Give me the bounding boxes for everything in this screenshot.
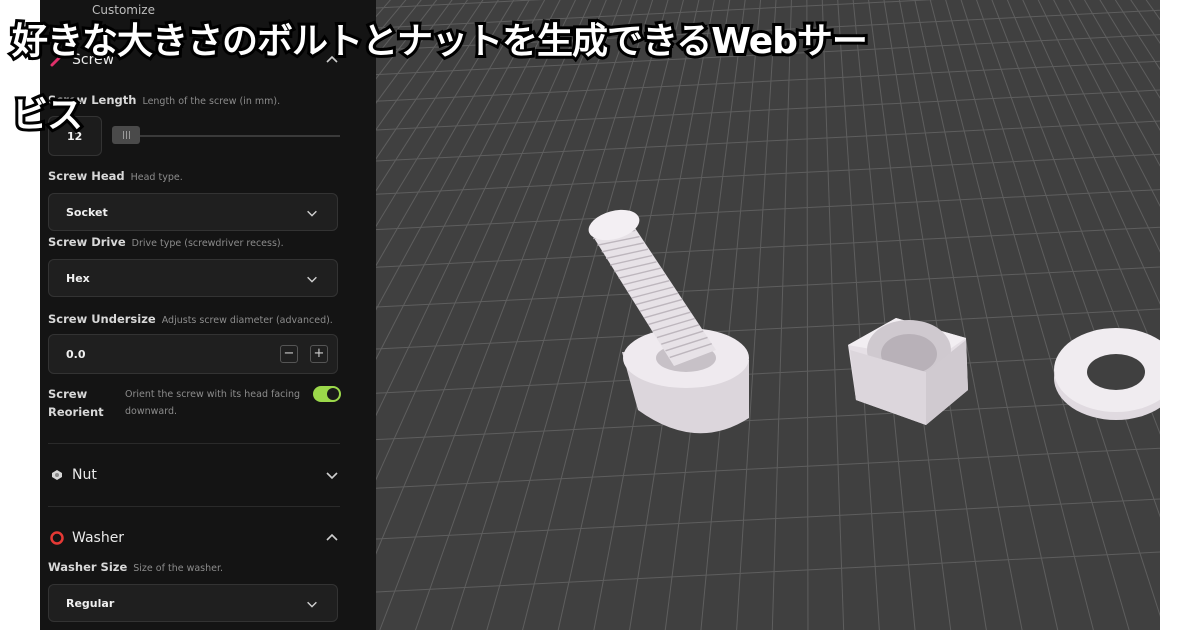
chevron-down-icon: [307, 210, 317, 217]
washer-size-select[interactable]: Regular: [48, 584, 338, 622]
screw-reorient-label: Screw Reorient: [48, 387, 104, 419]
chevron-down-icon: [307, 276, 317, 283]
3d-viewport[interactable]: [376, 0, 1160, 630]
screw-head-value: Socket: [66, 206, 108, 219]
screw-undersize-title: Screw Undersize: [48, 312, 156, 326]
screw-undersize-label: Screw Undersize Adjusts screw diameter (a…: [48, 312, 333, 326]
screw-head-title: Screw Head: [48, 169, 125, 183]
section-divider: [48, 506, 340, 507]
chevron-down-icon: [307, 601, 317, 608]
screw-length-slider-track[interactable]: [114, 135, 340, 137]
app-window: Customize Screw Screw Length Length of th…: [40, 0, 1160, 630]
floor-grid: [376, 0, 1160, 630]
headline-line-1: 好きな大きさのボルトとナットを生成できるWebサー: [9, 18, 871, 65]
viewport-canvas[interactable]: [376, 0, 1160, 630]
washer-size-value: Regular: [66, 597, 115, 610]
section-header-washer[interactable]: Washer: [48, 520, 340, 556]
screw-drive-value: Hex: [66, 272, 90, 285]
nut-icon: [48, 466, 66, 484]
screw-length-desc: Length of the screw (in mm).: [142, 96, 281, 107]
screw-undersize-value: 0.0: [66, 348, 86, 361]
washer-size-label: Washer Size Size of the washer.: [48, 560, 223, 574]
screw-head-select[interactable]: Socket: [48, 193, 338, 231]
screw-drive-desc: Drive type (screwdriver recess).: [131, 238, 284, 249]
chevron-down-icon[interactable]: [324, 467, 340, 483]
settings-sidebar: Customize Screw Screw Length Length of th…: [40, 0, 376, 630]
chevron-up-icon[interactable]: [324, 530, 340, 546]
washer-size-desc: Size of the washer.: [133, 563, 224, 574]
decrement-button[interactable]: −: [280, 345, 298, 363]
increment-button[interactable]: +: [310, 345, 328, 363]
screw-drive-select[interactable]: Hex: [48, 259, 338, 297]
screw-reorient-desc: Orient the screw with its head facing do…: [125, 389, 301, 417]
screw-reorient-toggle[interactable]: [313, 386, 341, 402]
screw-length-slider-thumb[interactable]: [112, 126, 140, 144]
screw-undersize-input[interactable]: 0.0 − +: [48, 334, 338, 374]
washer-size-title: Washer Size: [48, 560, 128, 574]
section-header-nut[interactable]: Nut: [48, 457, 340, 493]
screw-drive-title: Screw Drive: [48, 235, 126, 249]
screw-drive-label: Screw Drive Drive type (screwdriver reces…: [48, 235, 284, 249]
screw-undersize-desc: Adjusts screw diameter (advanced).: [161, 315, 333, 326]
washer-model[interactable]: [1054, 328, 1160, 420]
section-title-washer: Washer: [72, 530, 125, 546]
screw-length-label: Screw Length Length of the screw (in mm).: [48, 93, 280, 107]
section-divider: [48, 443, 340, 444]
washer-icon: [48, 529, 66, 547]
headline-line-2: ビス: [9, 92, 86, 139]
screw-head-desc: Head type.: [130, 172, 183, 183]
section-title-nut: Nut: [72, 467, 97, 483]
screw-head-label: Screw Head Head type.: [48, 169, 183, 183]
